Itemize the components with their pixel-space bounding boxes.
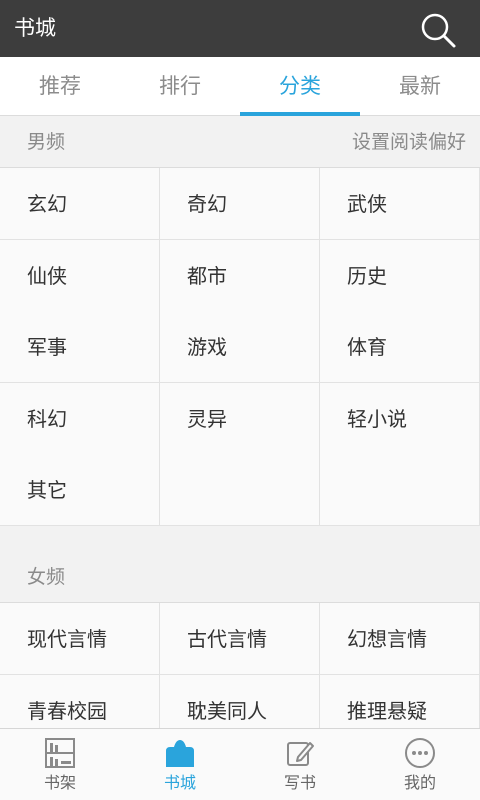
- empty-cell: [320, 454, 480, 526]
- search-icon: [421, 13, 456, 48]
- male-section-header: 男频 设置阅读偏好: [0, 116, 480, 168]
- male-category-grid: 玄幻 奇幻 武侠 仙侠 都市 历史 军事 游戏 体育 科幻 灵异 轻小说 其它: [0, 167, 480, 526]
- female-section-title: 女频: [27, 566, 66, 588]
- empty-cell: [160, 454, 320, 526]
- tab-ranking[interactable]: 排行: [120, 57, 240, 115]
- nav-write[interactable]: 写书: [240, 729, 360, 800]
- search-button[interactable]: [418, 10, 458, 50]
- category-label: 军事: [27, 335, 67, 359]
- category-item[interactable]: 仙侠: [0, 240, 160, 312]
- nav-bookstore[interactable]: 书城: [120, 729, 240, 800]
- category-item[interactable]: 游戏: [160, 311, 320, 383]
- category-label: 都市: [187, 264, 227, 288]
- category-item[interactable]: 都市: [160, 240, 320, 312]
- category-item[interactable]: 历史: [320, 240, 480, 312]
- category-item[interactable]: 军事: [0, 311, 160, 383]
- category-label: 推理悬疑: [347, 699, 427, 723]
- category-label: 科幻: [27, 407, 67, 431]
- category-item[interactable]: 推理悬疑: [320, 675, 480, 728]
- category-item[interactable]: 玄幻: [0, 168, 160, 240]
- category-item[interactable]: 灵异: [160, 383, 320, 455]
- nav-mine[interactable]: 我的: [360, 729, 480, 800]
- category-label: 幻想言情: [347, 627, 427, 651]
- category-item[interactable]: 奇幻: [160, 168, 320, 240]
- category-item[interactable]: 古代言情: [160, 603, 320, 675]
- category-item[interactable]: 现代言情: [0, 603, 160, 675]
- bookshelf-icon: [45, 738, 75, 768]
- category-item[interactable]: 耽美同人: [160, 675, 320, 728]
- reading-preference-link[interactable]: 设置阅读偏好: [352, 130, 466, 154]
- category-item[interactable]: 体育: [320, 311, 480, 383]
- category-tabs: 推荐 排行 分类 最新: [0, 57, 480, 116]
- nav-label: 书架: [43, 773, 76, 792]
- category-label: 奇幻: [187, 192, 227, 216]
- nav-bookshelf[interactable]: 书架: [0, 729, 120, 800]
- category-label: 耽美同人: [187, 699, 267, 723]
- category-label: 青春校园: [27, 699, 107, 723]
- category-label: 玄幻: [27, 192, 67, 216]
- nav-label: 书城: [163, 773, 196, 792]
- nav-label: 写书: [283, 773, 316, 792]
- tab-category[interactable]: 分类: [240, 57, 360, 115]
- male-section-title: 男频: [27, 131, 66, 153]
- category-label: 现代言情: [27, 627, 107, 651]
- category-item[interactable]: 幻想言情: [320, 603, 480, 675]
- category-label: 体育: [347, 335, 387, 359]
- top-bar: 书城: [0, 0, 480, 57]
- category-item[interactable]: 轻小说: [320, 383, 480, 455]
- female-section-header: 女频: [0, 551, 480, 603]
- category-label: 灵异: [187, 407, 227, 431]
- category-label: 仙侠: [27, 264, 67, 288]
- nav-label: 我的: [403, 773, 436, 792]
- bookstore-icon: [166, 740, 194, 767]
- female-category-grid: 现代言情 古代言情 幻想言情 青春校园 耽美同人 推理悬疑: [0, 602, 480, 728]
- category-item[interactable]: 青春校园: [0, 675, 160, 728]
- category-label: 游戏: [187, 335, 227, 359]
- category-label: 轻小说: [347, 407, 407, 431]
- category-label: 武侠: [347, 192, 387, 216]
- more-icon: [405, 738, 435, 768]
- category-label: 古代言情: [187, 627, 267, 651]
- tab-latest[interactable]: 最新: [360, 57, 480, 115]
- tab-recommend[interactable]: 推荐: [0, 57, 120, 115]
- page-title: 书城: [14, 16, 56, 40]
- category-item[interactable]: 科幻: [0, 383, 160, 455]
- bottom-navigation: 书架 书城 写书 我的: [0, 728, 480, 800]
- category-label: 其它: [27, 478, 67, 502]
- category-item[interactable]: 武侠: [320, 168, 480, 240]
- category-label: 历史: [347, 264, 387, 288]
- category-item[interactable]: 其它: [0, 454, 160, 526]
- write-icon: [287, 742, 314, 766]
